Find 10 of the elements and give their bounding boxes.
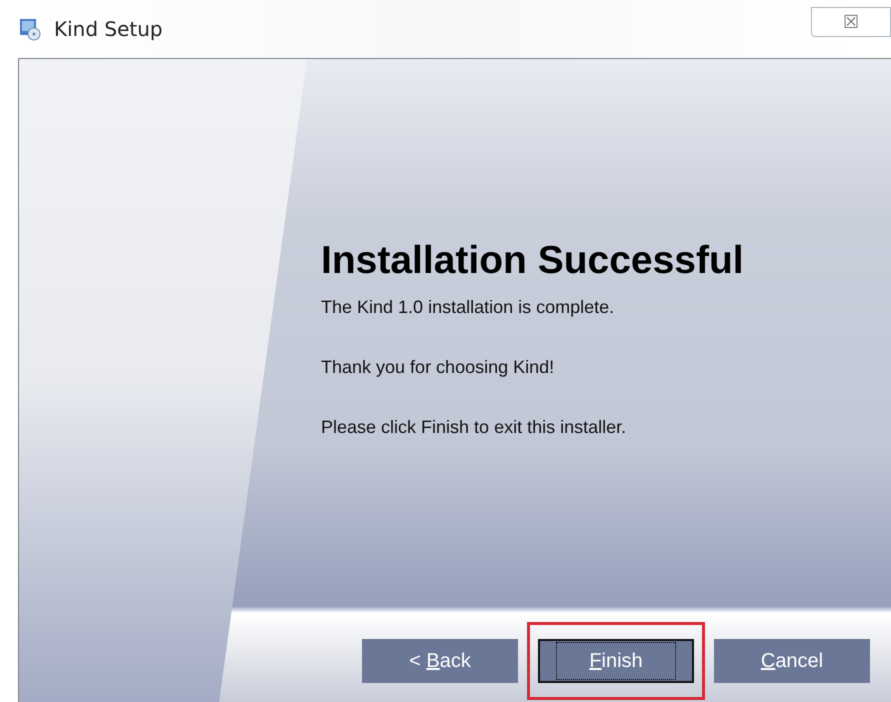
setup-icon bbox=[18, 17, 42, 41]
wizard-button[interactable]: Cancel bbox=[714, 639, 870, 683]
message-text: Thank you for choosing Kind! bbox=[321, 356, 556, 379]
message-text: The Kind 1.0 installation is complete. bbox=[321, 296, 616, 319]
heading: Installation Successful bbox=[321, 238, 745, 284]
wizard-button[interactable]: < Back bbox=[362, 639, 518, 683]
message-text: Please click Finish to exit this installer. bbox=[321, 416, 628, 439]
wizard-button[interactable]: Finish bbox=[538, 639, 694, 683]
close-button[interactable]: ☒ bbox=[811, 7, 891, 37]
window-title: Kind Setup bbox=[54, 16, 163, 43]
